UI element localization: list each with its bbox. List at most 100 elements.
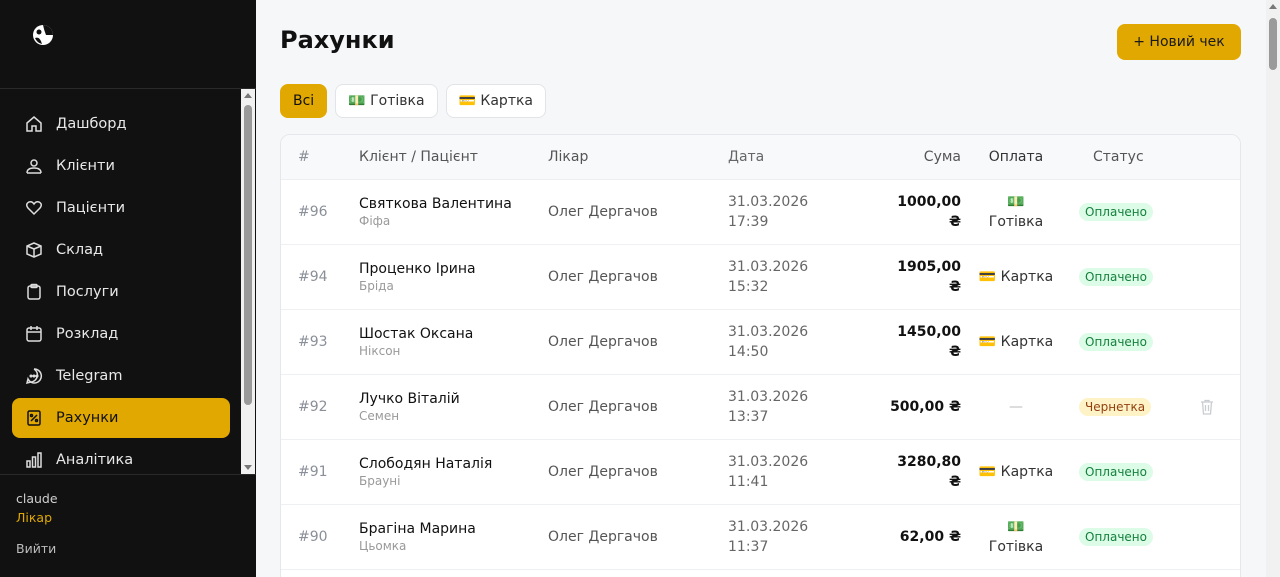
client-cell: Шостак Оксана Ніксон: [359, 326, 548, 358]
sidebar-item-schedule[interactable]: Розклад: [12, 314, 230, 354]
invoice-number: #94: [298, 269, 328, 285]
scroll-down-icon[interactable]: [244, 465, 252, 470]
sidebar-item-label: Дашборд: [56, 116, 127, 132]
logout-link[interactable]: Вийти: [16, 541, 56, 556]
sidebar-item-clients[interactable]: Клієнти: [12, 146, 230, 186]
patient-name: Ніксон: [359, 344, 401, 358]
sidebar-item-label: Пацієнти: [56, 200, 125, 216]
payment-method: 💳 Картка: [978, 334, 1054, 350]
home-icon: [24, 114, 44, 134]
invoice-number: #91: [298, 464, 328, 480]
box-icon: [24, 240, 44, 260]
scroll-up-icon[interactable]: [1269, 4, 1277, 9]
column-header-date[interactable]: Дата: [728, 147, 848, 167]
scrollbar-thumb[interactable]: [244, 105, 252, 405]
sidebar-item-invoices[interactable]: Рахунки: [12, 398, 230, 438]
payment-cell: 💳 Картка: [961, 462, 1071, 482]
sidebar-item-services[interactable]: Послуги: [12, 272, 230, 312]
payment-method: 💳 Картка: [978, 464, 1054, 480]
filter-all[interactable]: Всі: [280, 84, 328, 118]
logo-area: [0, 0, 256, 89]
table-row[interactable]: #92 Лучко Віталій Семен Олег Дергачов 31.03.…: [281, 375, 1240, 440]
status-badge: Оплачено: [1079, 463, 1153, 481]
sidebar-item-telegram[interactable]: Telegram: [12, 356, 230, 396]
column-header-client[interactable]: Клієнт / Пацієнт: [359, 149, 548, 165]
table-header: # Клієнт / Пацієнт Лікар Дата Сума Оплат…: [281, 135, 1240, 180]
sidebar-item-analytics[interactable]: Аналітика: [12, 440, 230, 474]
users-icon: [24, 156, 44, 176]
doctor-name: Олег Дергачов: [548, 529, 658, 545]
payment-cell: 💳 Картка: [961, 267, 1071, 287]
invoice-number: #93: [298, 334, 328, 350]
invoice-number: #96: [298, 204, 328, 220]
user-role: Лікар: [16, 510, 53, 525]
column-header-doctor[interactable]: Лікар: [548, 149, 728, 165]
date-cell: 31.03.2026 15:32: [728, 257, 848, 297]
table-row[interactable]: #91 Слободян Наталія Брауні Олег Дергачов 31…: [281, 440, 1240, 505]
invoice-time: 14:50: [728, 344, 769, 360]
receipt-icon: [24, 408, 44, 428]
status-badge: Оплачено: [1079, 528, 1153, 546]
column-header-status[interactable]: Статус: [1071, 149, 1179, 165]
sum-cell: 1000,00 ₴: [848, 192, 961, 232]
doctor-name: Олег Дергачов: [548, 464, 658, 480]
sum-cell: 500,00 ₴: [848, 397, 961, 417]
payment-method-label: Готівка: [988, 214, 1044, 230]
sum-amount: 3280,80: [897, 454, 961, 470]
user-name: claude: [16, 491, 58, 506]
sidebar-nav: Дашборд Клієнти Пацієнти Склад Послуги Р…: [0, 89, 256, 474]
scrollbar-thumb[interactable]: [1269, 18, 1277, 70]
trash-icon[interactable]: [1200, 399, 1214, 415]
sum-amount: 1905,00: [897, 259, 961, 275]
page-scrollbar[interactable]: [1266, 0, 1280, 577]
column-header-sum[interactable]: Сума: [848, 147, 961, 167]
table-row[interactable]: #96 Святкова Валентина Фіфа Олег Дергачов 31…: [281, 180, 1240, 245]
client-name: Лучко Віталій: [359, 391, 460, 407]
sum-cell: 1450,00 ₴: [848, 322, 961, 362]
sidebar-item-warehouse[interactable]: Склад: [12, 230, 230, 270]
status-badge: Оплачено: [1079, 333, 1153, 351]
heart-icon: [24, 198, 44, 218]
sum-currency: ₴: [948, 214, 961, 230]
doctor-name: Олег Дергачов: [548, 334, 658, 350]
new-receipt-button[interactable]: + Новий чек: [1117, 24, 1241, 60]
invoice-time: 13:37: [728, 409, 769, 425]
patient-name: Семен: [359, 409, 400, 423]
patient-name: Фіфа: [359, 214, 391, 228]
chat-icon: [24, 366, 44, 386]
invoice-date: 31.03.2026: [728, 194, 809, 210]
client-name: Шостак Оксана: [359, 326, 474, 342]
table-row[interactable]: #90 Брагіна Марина Цьомка Олег Дергачов 31.0…: [281, 505, 1240, 570]
column-header-payment[interactable]: Оплата: [961, 147, 1071, 167]
status-badge: Чернетка: [1079, 398, 1152, 416]
logo-icon[interactable]: [32, 24, 54, 46]
sum-amount: 1450,00: [897, 324, 961, 340]
column-header-number[interactable]: #: [281, 149, 359, 165]
calendar-icon: [24, 324, 44, 344]
sum-amount: 500,00 ₴: [890, 399, 961, 415]
date-cell: 31.03.2026 14:50: [728, 322, 848, 362]
filter-card[interactable]: 💳 Картка: [445, 84, 547, 118]
status-badge: Оплачено: [1079, 268, 1153, 286]
sum-cell: 62,00 ₴: [848, 527, 961, 547]
payment-filters: Всі 💵 Готівка 💳 Картка: [280, 84, 547, 118]
status-cell: Чернетка: [1071, 398, 1179, 416]
page-title: Рахунки: [280, 26, 395, 54]
invoice-time: 17:39: [728, 214, 769, 230]
sidebar-item-label: Telegram: [56, 368, 123, 384]
status-badge: Оплачено: [1079, 203, 1153, 221]
sum-cell: 1905,00 ₴: [848, 257, 961, 297]
payment-method: 💵: [1007, 194, 1025, 210]
scroll-up-icon[interactable]: [244, 93, 252, 98]
table-row[interactable]: #94 Проценко Ірина Бріда Олег Дергачов 31.03…: [281, 245, 1240, 310]
sidebar-scrollbar[interactable]: [241, 89, 255, 474]
table-row[interactable]: #93 Шостак Оксана Ніксон Олег Дергачов 31.03…: [281, 310, 1240, 375]
sidebar-item-label: Склад: [56, 242, 104, 258]
filter-cash[interactable]: 💵 Готівка: [335, 84, 438, 118]
sidebar-item-dashboard[interactable]: Дашборд: [12, 104, 230, 144]
sidebar-item-patients[interactable]: Пацієнти: [12, 188, 230, 228]
client-name: Проценко Ірина: [359, 261, 476, 277]
sum-currency: ₴: [948, 344, 961, 360]
sidebar-item-label: Розклад: [56, 326, 119, 342]
sum-cell: 3280,80 ₴: [848, 452, 961, 492]
